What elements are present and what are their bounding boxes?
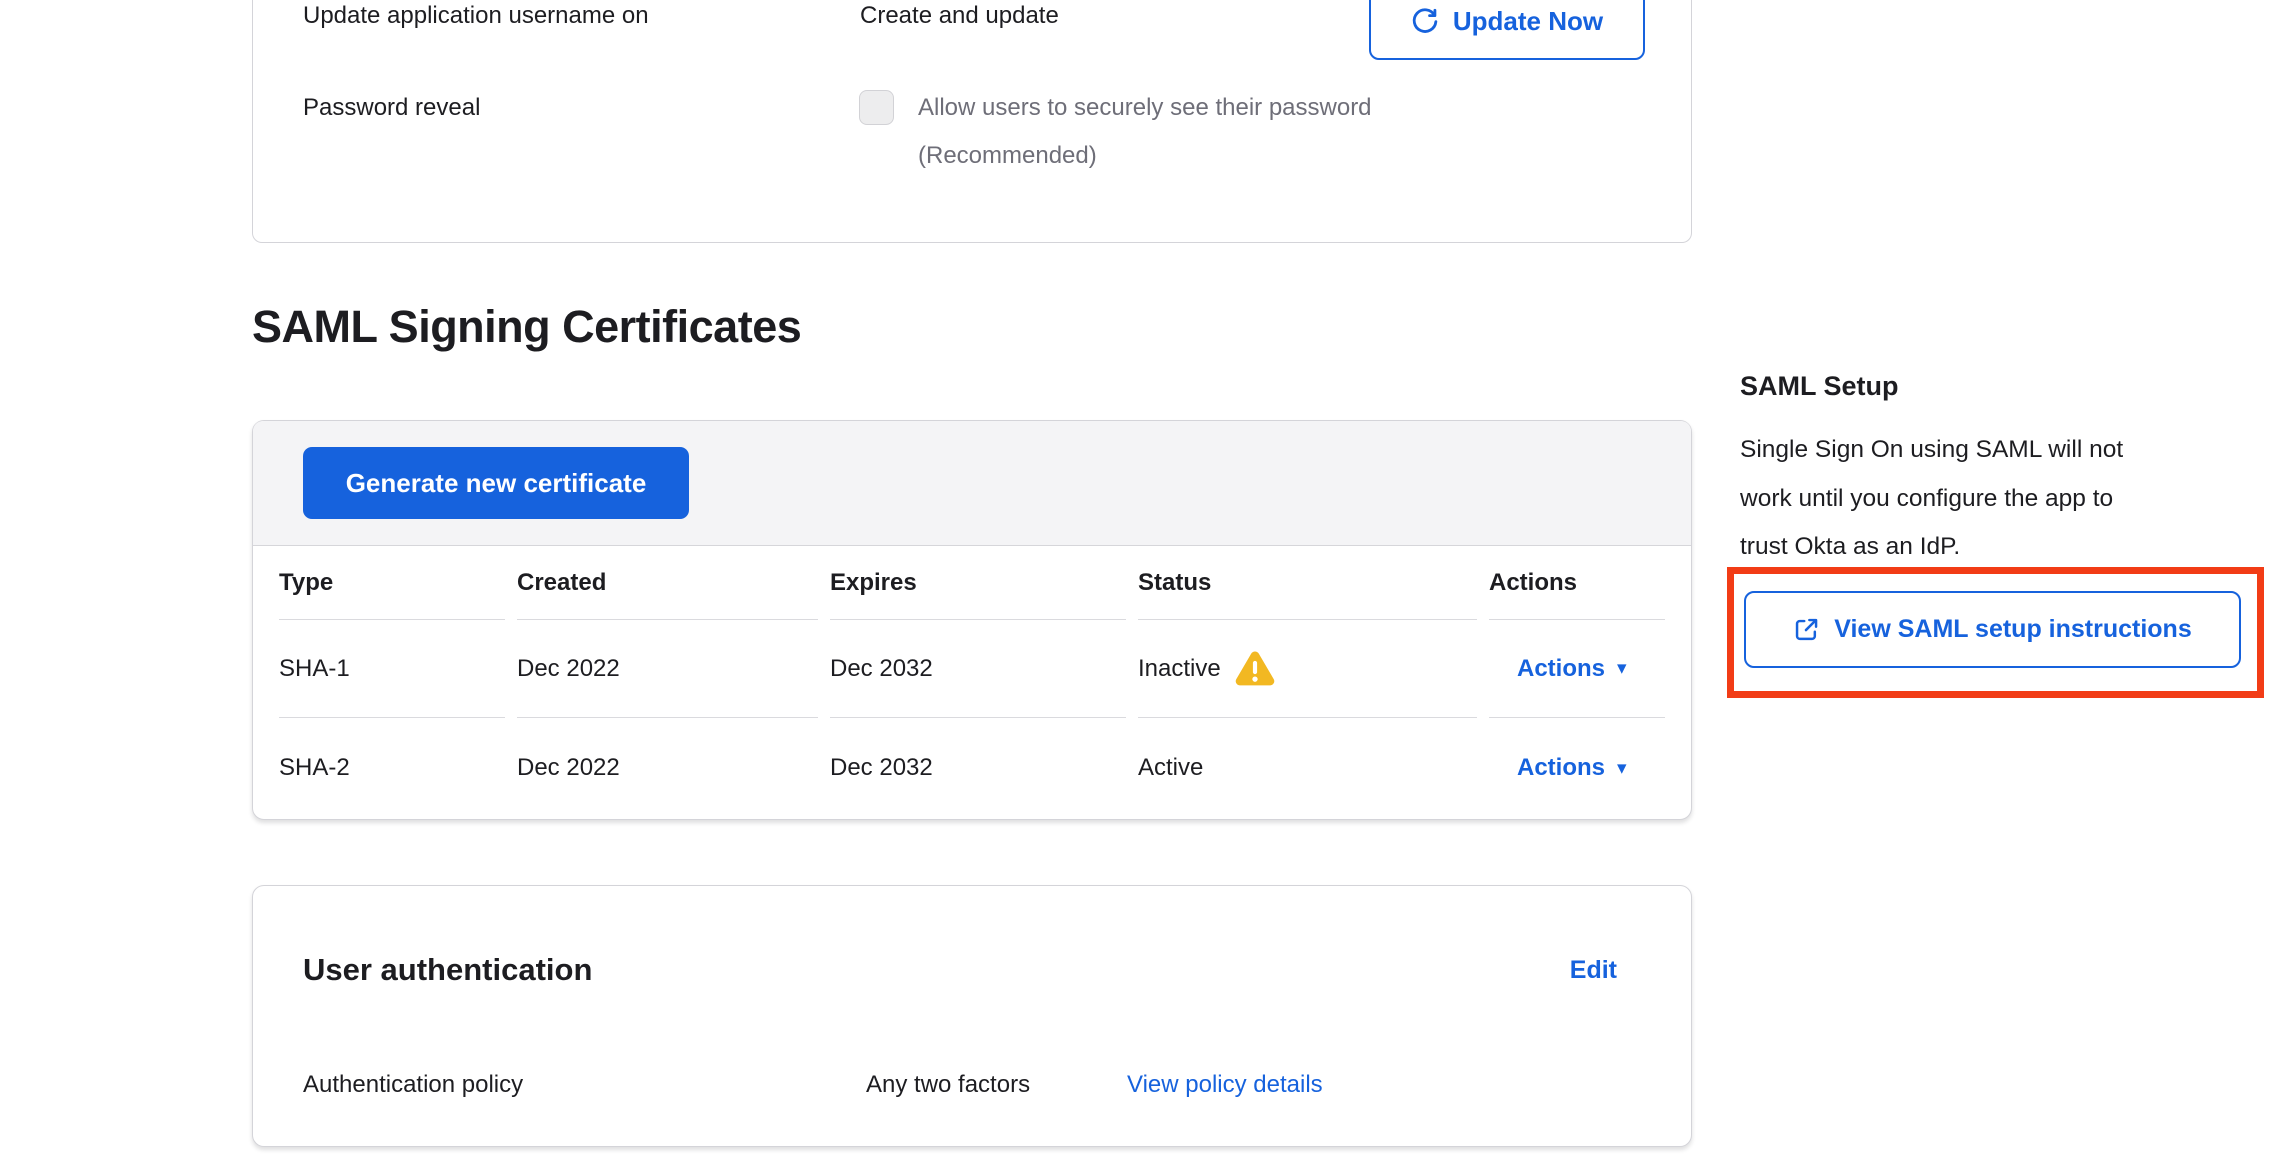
- cert-expires: Dec 2032: [830, 620, 1126, 718]
- actions-label: Actions: [1517, 655, 1605, 683]
- actions-dropdown[interactable]: Actions ▾: [1489, 754, 1627, 782]
- certificates-panel: Generate new certificate Type Created Ex…: [252, 420, 1692, 820]
- saml-setup-description-line-2: work until you configure the app to: [1740, 475, 2240, 524]
- view-saml-setup-instructions-button[interactable]: View SAML setup instructions: [1744, 591, 2241, 668]
- refresh-icon: [1411, 7, 1439, 35]
- page-title: SAML Signing Certificates: [252, 301, 801, 353]
- authentication-policy-label: Authentication policy: [303, 1071, 523, 1099]
- cert-status-cell: Active: [1138, 718, 1477, 818]
- cert-status: Inactive: [1138, 655, 1221, 683]
- checkbox-text-line-1: Allow users to securely see their passwo…: [918, 84, 1372, 132]
- saml-setup-description-line-1: Single Sign On using SAML will not: [1740, 426, 2240, 475]
- checkbox-text-line-2: (Recommended): [918, 132, 1372, 180]
- view-policy-details-link[interactable]: View policy details: [1127, 1071, 1323, 1099]
- saml-setup-description: Single Sign On using SAML will not work …: [1740, 426, 2240, 572]
- user-authentication-card: User authentication Edit Authentication …: [252, 885, 1692, 1147]
- chevron-down-icon: ▾: [1617, 759, 1627, 778]
- certificates-table-header: Type Created Expires Status Actions: [253, 546, 1691, 620]
- update-now-label: Update Now: [1453, 6, 1603, 37]
- edit-link[interactable]: Edit: [1570, 956, 1617, 985]
- column-header-expires: Expires: [830, 546, 1126, 620]
- password-reveal-checkbox[interactable]: [859, 90, 894, 125]
- username-update-label: Update application username on: [303, 2, 649, 30]
- saml-setup-description-line-3: trust Okta as an IdP.: [1740, 523, 2240, 572]
- password-reveal-description: Allow users to securely see their passwo…: [918, 84, 1372, 180]
- cert-status-cell: Inactive: [1138, 620, 1477, 718]
- cert-created: Dec 2022: [517, 620, 818, 718]
- certificates-panel-header: Generate new certificate: [253, 421, 1691, 546]
- cert-created: Dec 2022: [517, 718, 818, 818]
- generate-certificate-button[interactable]: Generate new certificate: [303, 447, 689, 519]
- authentication-policy-value: Any two factors: [866, 1071, 1030, 1099]
- table-row: SHA-1 Dec 2022 Dec 2032 Inactive Actions…: [253, 620, 1691, 718]
- cert-expires: Dec 2032: [830, 718, 1126, 818]
- cert-type: SHA-1: [279, 620, 505, 718]
- cert-status: Active: [1138, 754, 1203, 782]
- external-link-icon: [1793, 616, 1820, 643]
- warning-icon: [1235, 650, 1275, 687]
- page: Update application username on Create an…: [0, 0, 2279, 1158]
- user-authentication-title: User authentication: [303, 950, 592, 990]
- column-header-created: Created: [517, 546, 818, 620]
- column-header-actions: Actions: [1489, 546, 1665, 620]
- chevron-down-icon: ▾: [1617, 659, 1627, 678]
- update-now-button[interactable]: Update Now: [1369, 0, 1645, 60]
- actions-label: Actions: [1517, 754, 1605, 782]
- cert-type: SHA-2: [279, 718, 505, 818]
- saml-instructions-label: View SAML setup instructions: [1834, 615, 2191, 644]
- saml-setup-title: SAML Setup: [1740, 371, 1899, 402]
- column-header-type: Type: [279, 546, 505, 620]
- provisioning-card: Update application username on Create an…: [252, 0, 1692, 243]
- column-header-status: Status: [1138, 546, 1477, 620]
- table-row: SHA-2 Dec 2022 Dec 2032 Active Actions ▾: [253, 718, 1691, 818]
- actions-dropdown[interactable]: Actions ▾: [1489, 655, 1627, 683]
- username-update-value: Create and update: [860, 2, 1059, 30]
- password-reveal-label: Password reveal: [303, 94, 480, 122]
